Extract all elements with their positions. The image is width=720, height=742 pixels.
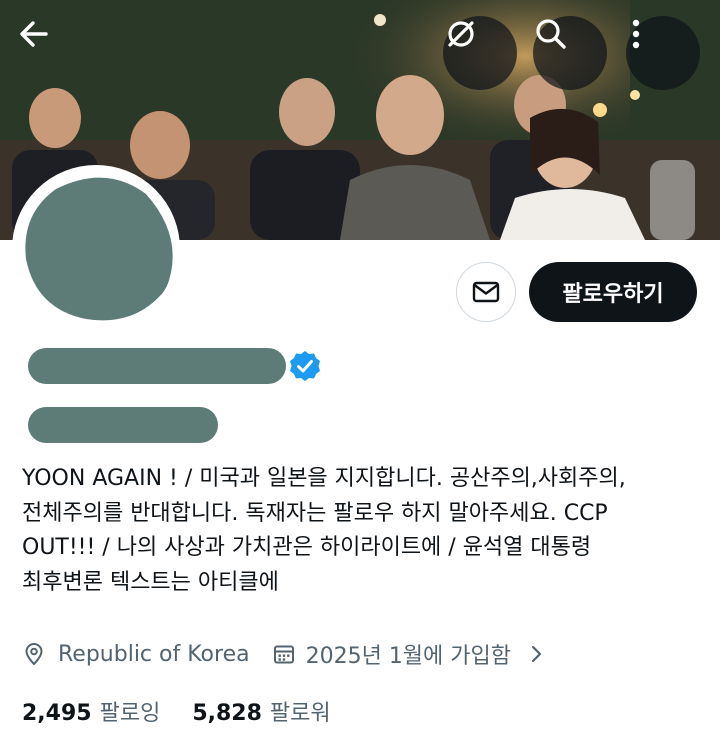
message-button[interactable] xyxy=(456,262,516,322)
more-vertical-icon xyxy=(632,19,640,49)
following-link[interactable]: 2,495 팔로잉 xyxy=(22,695,160,727)
followers-link[interactable]: 5,828 팔로워 xyxy=(192,695,330,727)
more-button[interactable] xyxy=(626,16,700,90)
arrow-left-icon xyxy=(20,21,48,47)
search-icon xyxy=(536,19,566,49)
verified-badge-icon[interactable] xyxy=(288,349,322,387)
search-button[interactable] xyxy=(533,16,607,90)
back-button[interactable] xyxy=(16,16,90,90)
name-redaction xyxy=(28,348,286,384)
avatar[interactable] xyxy=(12,165,180,333)
join-date-text: 2025년 1월에 가입함 xyxy=(305,644,512,669)
join-date[interactable]: 2025년 1월에 가입함 xyxy=(272,638,547,670)
following-count: 2,495 xyxy=(22,701,92,726)
chevron-right-icon xyxy=(531,645,542,663)
calendar-icon xyxy=(273,645,294,664)
grok-button[interactable] xyxy=(443,16,517,90)
username-handle xyxy=(22,405,242,445)
location: Republic of Korea xyxy=(22,642,250,667)
followers-count: 5,828 xyxy=(192,701,262,726)
follow-stats: 2,495 팔로잉 5,828 팔로워 xyxy=(22,695,331,727)
mail-icon xyxy=(472,281,500,303)
location-text: Republic of Korea xyxy=(58,641,250,667)
avatar-redaction xyxy=(25,177,173,321)
followers-label: 팔로워 xyxy=(269,701,331,726)
follow-button[interactable]: 팔로우하기 xyxy=(529,262,697,322)
grok-icon xyxy=(448,21,474,47)
profile-meta: Republic of Korea 2025년 1월에 가입함 xyxy=(22,638,547,670)
handle-redaction xyxy=(28,407,218,443)
profile-bio: YOON AGAIN ! / 미국과 일본을 지지합니다. 공산주의,사회주의,… xyxy=(22,466,626,595)
following-label: 팔로잉 xyxy=(99,701,161,726)
location-pin-icon xyxy=(25,643,43,666)
